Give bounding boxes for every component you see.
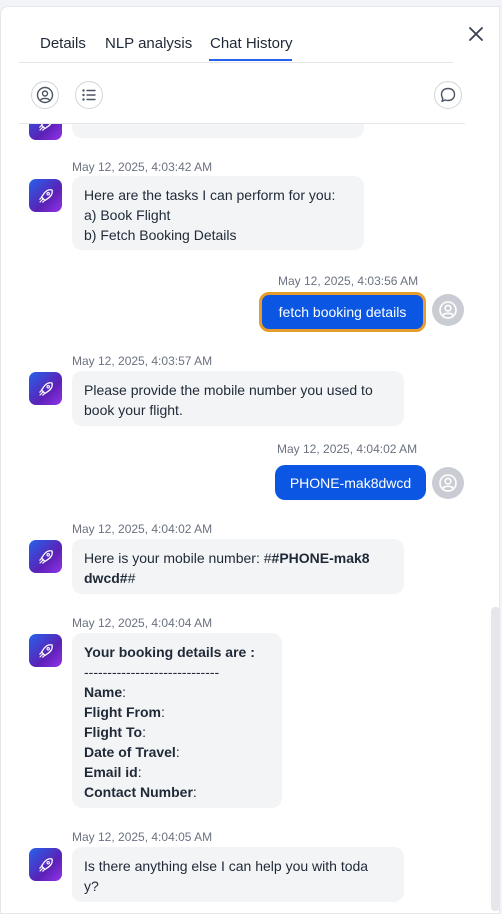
list-view-button[interactable] xyxy=(75,81,103,109)
field-label: Email id xyxy=(84,764,138,780)
rocket-icon xyxy=(38,188,53,203)
booking-field-flight-to: Flight To: xyxy=(84,722,270,742)
message-timestamp: May 12, 2025, 4:04:02 AM xyxy=(72,522,213,536)
booking-field-date-of-travel: Date of Travel: xyxy=(84,742,270,762)
message-line: a) Book Flight xyxy=(84,207,171,223)
message-line: b) Fetch Booking Details xyxy=(84,227,237,243)
bot-message-bubble: Here are the tasks I can perform for you… xyxy=(72,176,364,250)
field-separator: : xyxy=(192,784,197,800)
message-timestamp: May 12, 2025, 4:03:56 AM xyxy=(278,274,419,288)
tab-nlp-analysis[interactable]: NLP analysis xyxy=(105,35,192,52)
bot-avatar xyxy=(29,848,62,881)
phone-number-text: #PHONE-mak8 xyxy=(271,550,370,566)
field-label: Flight To xyxy=(84,724,143,740)
field-separator: : xyxy=(122,684,127,700)
field-separator: : xyxy=(142,724,146,740)
message-line: y? xyxy=(84,878,99,894)
close-button[interactable] xyxy=(463,21,489,47)
user-filter-button[interactable] xyxy=(31,81,59,109)
chat-scrollbar[interactable] xyxy=(491,607,499,911)
bot-avatar xyxy=(29,124,62,140)
tab-bar: Details NLP analysis Chat History xyxy=(19,7,453,63)
user-avatar xyxy=(432,467,464,499)
message-text: # xyxy=(127,570,136,586)
booking-details-bubble: Your booking details are : -------------… xyxy=(72,633,282,808)
user-message-bubble[interactable]: PHONE-mak8dwcd xyxy=(275,465,426,500)
chat-toolbar xyxy=(19,63,465,124)
booking-field-name: Name: xyxy=(84,682,270,702)
chat-history-panel: Details NLP analysis Chat History May 12… xyxy=(0,6,500,914)
rocket-icon xyxy=(38,549,53,564)
field-label: Name xyxy=(84,684,123,700)
message-timestamp: May 12, 2025, 4:04:04 AM xyxy=(72,616,213,630)
message-timestamp: May 12, 2025, 4:04:02 AM xyxy=(277,442,418,456)
message-line: book your flight. xyxy=(84,402,183,418)
message-text: Here is your mobile number: # xyxy=(84,550,272,566)
rocket-icon xyxy=(38,643,53,658)
rocket-icon xyxy=(38,124,51,131)
message-line: Here is your mobile number: ##PHONE-mak8 xyxy=(84,548,392,568)
field-label: Date of Travel xyxy=(84,744,176,760)
field-separator: : xyxy=(175,744,180,760)
message-bubble-partial xyxy=(72,124,364,138)
field-label: Flight From xyxy=(84,704,161,720)
user-circle-icon xyxy=(36,86,54,104)
booking-details-heading: Your booking details are : xyxy=(84,644,255,660)
booking-field-email: Email id: xyxy=(84,762,270,782)
user-avatar-icon xyxy=(439,474,457,492)
bot-message-bubble: Is there anything else I can help you wi… xyxy=(72,847,404,902)
message-line: Here are the tasks I can perform for you… xyxy=(84,187,336,203)
bot-avatar xyxy=(29,540,62,573)
rocket-icon xyxy=(38,857,53,872)
message-timestamp: May 12, 2025, 4:03:42 AM xyxy=(72,160,213,174)
close-icon xyxy=(469,27,483,41)
user-avatar-icon xyxy=(439,301,457,319)
booking-details-divider: ----------------------------- xyxy=(84,664,220,680)
user-avatar xyxy=(432,294,464,326)
chat-messages-area[interactable]: May 12, 2025, 4:03:42 AM Here are the ta… xyxy=(1,124,471,913)
list-icon xyxy=(82,89,96,101)
comment-button[interactable] xyxy=(434,81,462,109)
tab-details[interactable]: Details xyxy=(40,35,86,52)
bot-message-bubble: Here is your mobile number: ##PHONE-mak8… xyxy=(72,539,404,594)
tab-chat-history[interactable]: Chat History xyxy=(210,35,293,52)
booking-field-contact-number: Contact Number: xyxy=(84,782,270,802)
bot-avatar xyxy=(29,179,62,212)
field-separator: : xyxy=(137,764,142,780)
message-line: dwcd## xyxy=(84,568,392,588)
message-timestamp: May 12, 2025, 4:04:05 AM xyxy=(72,830,213,844)
message-line: Please provide the mobile number you use… xyxy=(84,382,373,398)
field-label: Contact Number xyxy=(84,784,193,800)
bot-avatar xyxy=(29,634,62,667)
active-tab-indicator xyxy=(209,59,292,61)
phone-number-text: dwcd# xyxy=(84,570,128,586)
message-timestamp: May 12, 2025, 4:03:57 AM xyxy=(72,354,213,368)
rocket-icon xyxy=(38,381,53,396)
comment-icon xyxy=(440,87,456,102)
booking-field-flight-from: Flight From: xyxy=(84,702,270,722)
user-message-bubble[interactable]: fetch booking details xyxy=(259,292,426,332)
field-separator: : xyxy=(161,704,165,720)
bot-message-bubble: Please provide the mobile number you use… xyxy=(72,371,404,426)
message-line: Is there anything else I can help you wi… xyxy=(84,858,369,874)
bot-avatar xyxy=(29,372,62,405)
